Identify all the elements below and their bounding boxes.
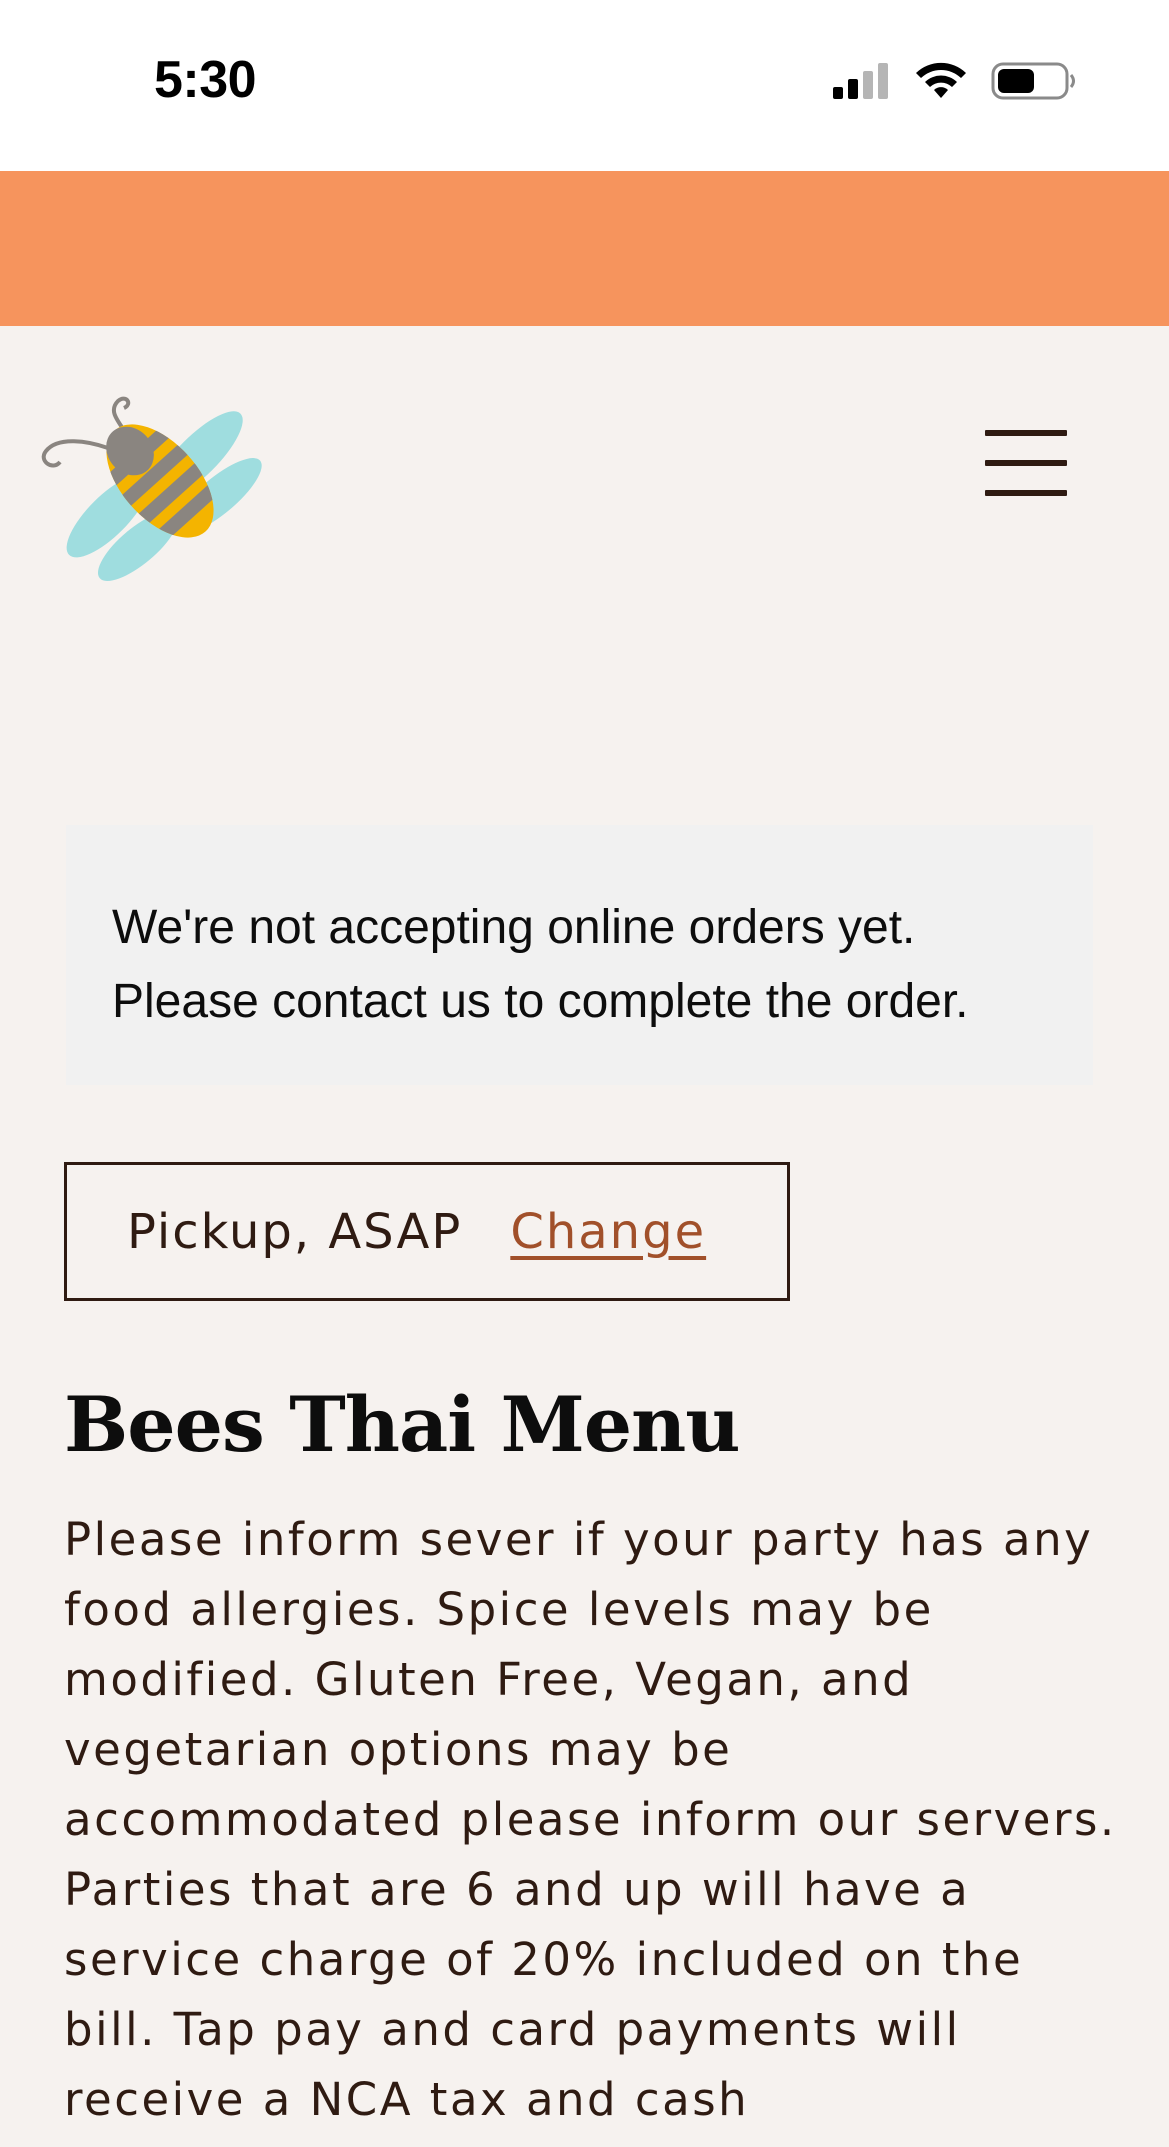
bee-logo[interactable] xyxy=(38,366,268,581)
notice-line-2: Please contact us to complete the order. xyxy=(112,975,969,1028)
status-time: 5:30 xyxy=(154,51,257,109)
status-icons xyxy=(831,60,1077,106)
online-orders-notice: We're not accepting online orders yet. P… xyxy=(66,825,1093,1085)
hamburger-menu-icon[interactable] xyxy=(985,420,1071,506)
notice-line-1: We're not accepting online orders yet. xyxy=(112,901,916,954)
menu-bar-bottom xyxy=(985,490,1067,496)
menu-bar-middle xyxy=(985,460,1067,466)
pickup-selector: Pickup, ASAP Change xyxy=(64,1162,790,1301)
battery-icon xyxy=(991,60,1077,106)
promo-banner xyxy=(0,171,1169,326)
change-pickup-link[interactable]: Change xyxy=(510,1204,706,1260)
status-bar: 5:30 xyxy=(0,0,1169,171)
wifi-icon xyxy=(913,60,969,106)
menu-description: Please inform sever if your party has an… xyxy=(64,1513,1117,2126)
site-header xyxy=(0,326,1169,596)
menu-bar-top xyxy=(985,430,1067,436)
cellular-signal-icon xyxy=(831,61,891,105)
pickup-label: Pickup, ASAP xyxy=(127,1203,463,1260)
menu-title: Bees Thai Menu xyxy=(64,1380,741,1469)
